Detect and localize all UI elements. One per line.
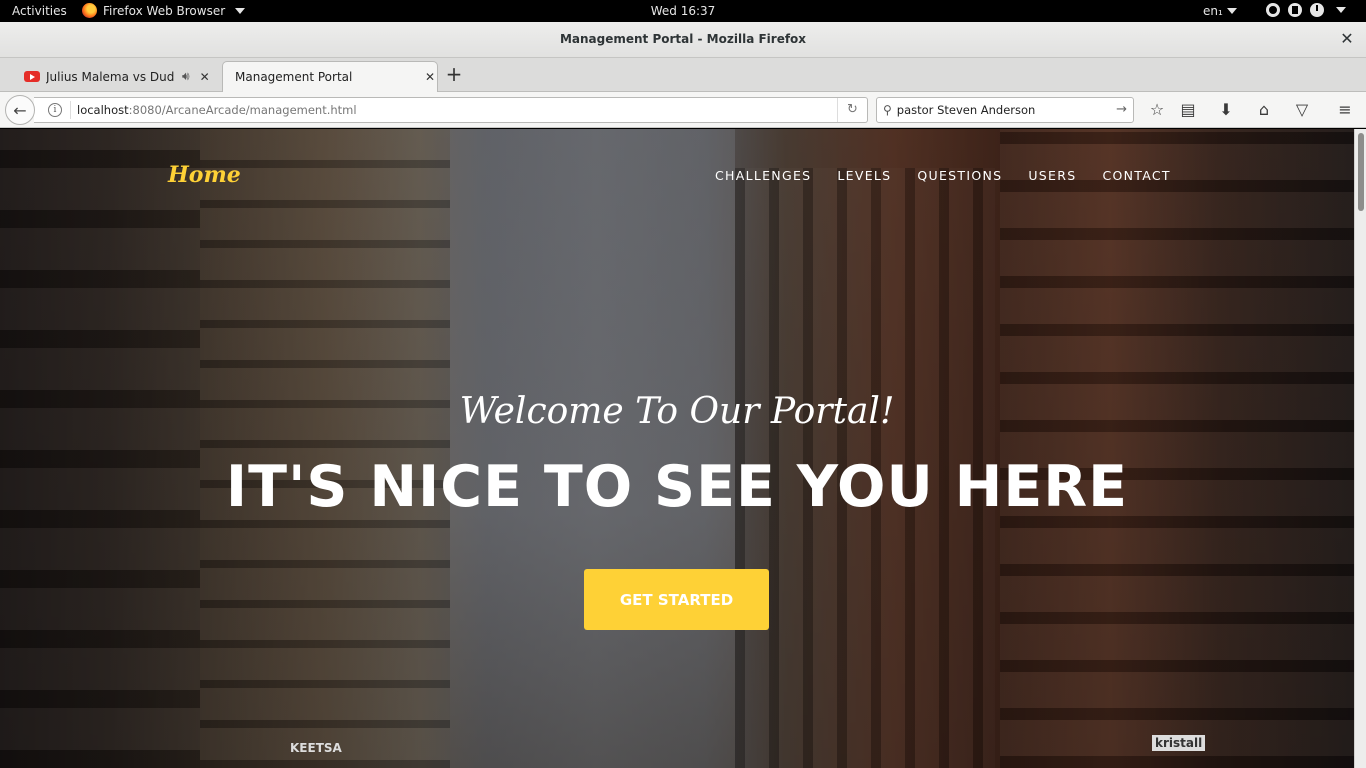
chevron-down-icon: [1226, 8, 1237, 14]
background-building: [1000, 129, 1354, 768]
back-button[interactable]: ←: [5, 95, 35, 125]
reload-icon[interactable]: ↻: [837, 98, 867, 122]
nav-questions[interactable]: QUESTIONS: [917, 168, 1002, 183]
download-icon[interactable]: ⬇︎: [1215, 99, 1237, 121]
pocket-icon[interactable]: ▽: [1291, 99, 1313, 121]
window-title: Management Portal - Mozilla Firefox: [559, 32, 807, 46]
volume-icon: [1288, 3, 1302, 17]
brand-home-link[interactable]: Home: [168, 162, 241, 188]
hero-title: IT'S NICE TO SEE YOU HERE: [225, 454, 1129, 520]
power-icon: [1310, 3, 1324, 17]
system-top-bar: Activities Firefox Web Browser Wed 16:37…: [0, 0, 1366, 22]
system-tray[interactable]: [1266, 3, 1346, 17]
firefox-icon: [82, 3, 97, 18]
tab-management-portal[interactable]: Management Portal ✕: [222, 61, 438, 92]
app-menu[interactable]: Firefox Web Browser: [82, 3, 246, 18]
new-tab-button[interactable]: +: [444, 64, 464, 84]
nav-contact[interactable]: CONTACT: [1102, 168, 1170, 183]
background-building: [0, 129, 200, 768]
page-content: Home CHALLENGES LEVELS QUESTIONS USERS C…: [0, 129, 1354, 768]
nav-challenges[interactable]: CHALLENGES: [715, 168, 811, 183]
youtube-icon: [24, 71, 40, 82]
window-title-bar: Management Portal - Mozilla Firefox ✕: [0, 22, 1366, 58]
activities-button[interactable]: Activities: [12, 4, 67, 18]
page-scrollbar[interactable]: [1354, 129, 1366, 768]
search-input[interactable]: pastor Steven Anderson: [897, 103, 1036, 117]
url-path: :8080/ArcaneArcade/management.html: [128, 103, 357, 117]
network-icon: [1266, 3, 1280, 17]
language-indicator[interactable]: en₁: [1203, 4, 1237, 18]
window-close-button[interactable]: ✕: [1337, 29, 1357, 49]
hamburger-menu-icon[interactable]: ≡: [1334, 99, 1356, 121]
url-bar[interactable]: i localhost:8080/ArcaneArcade/management…: [34, 97, 868, 123]
bookmark-star-icon[interactable]: ☆: [1146, 99, 1168, 121]
navigation-toolbar: i localhost:8080/ArcaneArcade/management…: [0, 92, 1366, 128]
nav-users[interactable]: USERS: [1028, 168, 1076, 183]
arrow-left-icon: ←: [13, 100, 27, 120]
app-menu-label: Firefox Web Browser: [103, 3, 226, 18]
home-icon[interactable]: ⌂: [1253, 99, 1275, 121]
speaker-icon[interactable]: 🔊︎: [182, 69, 190, 84]
background-street: [450, 129, 735, 768]
tab-close-button[interactable]: ✕: [425, 70, 435, 84]
scrollbar-thumb[interactable]: [1358, 133, 1364, 211]
tab-youtube[interactable]: Julius Malema vs Dudu ... 🔊︎ ✕: [18, 61, 222, 92]
search-bar[interactable]: ⚲ pastor Steven Anderson →: [876, 97, 1134, 123]
nav-levels[interactable]: LEVELS: [837, 168, 891, 183]
search-icon: ⚲: [883, 103, 892, 117]
storefront-sign: kristall: [1152, 735, 1206, 751]
chevron-down-icon: [1336, 7, 1346, 13]
background-building: [200, 129, 450, 768]
storefront-sign: KEETSA: [290, 741, 342, 755]
url-divider: [70, 101, 71, 119]
tab-label: Julius Malema vs Dudu ...: [46, 69, 174, 84]
hero-subtitle: Welcome To Our Portal!: [459, 391, 895, 432]
tab-label: Management Portal: [235, 70, 353, 84]
tab-close-button[interactable]: ✕: [200, 70, 210, 84]
info-icon[interactable]: i: [48, 103, 62, 117]
site-nav: CHALLENGES LEVELS QUESTIONS USERS CONTAC…: [715, 168, 1197, 183]
chevron-down-icon: [235, 7, 246, 14]
reading-list-icon[interactable]: ▤: [1177, 99, 1199, 121]
url-host: localhost: [77, 103, 129, 117]
language-label: en₁: [1203, 4, 1223, 18]
arrow-right-icon[interactable]: →: [1116, 102, 1127, 117]
get-started-button[interactable]: GET STARTED: [584, 569, 769, 630]
tab-strip: Julius Malema vs Dudu ... 🔊︎ ✕ Managemen…: [0, 58, 1366, 92]
